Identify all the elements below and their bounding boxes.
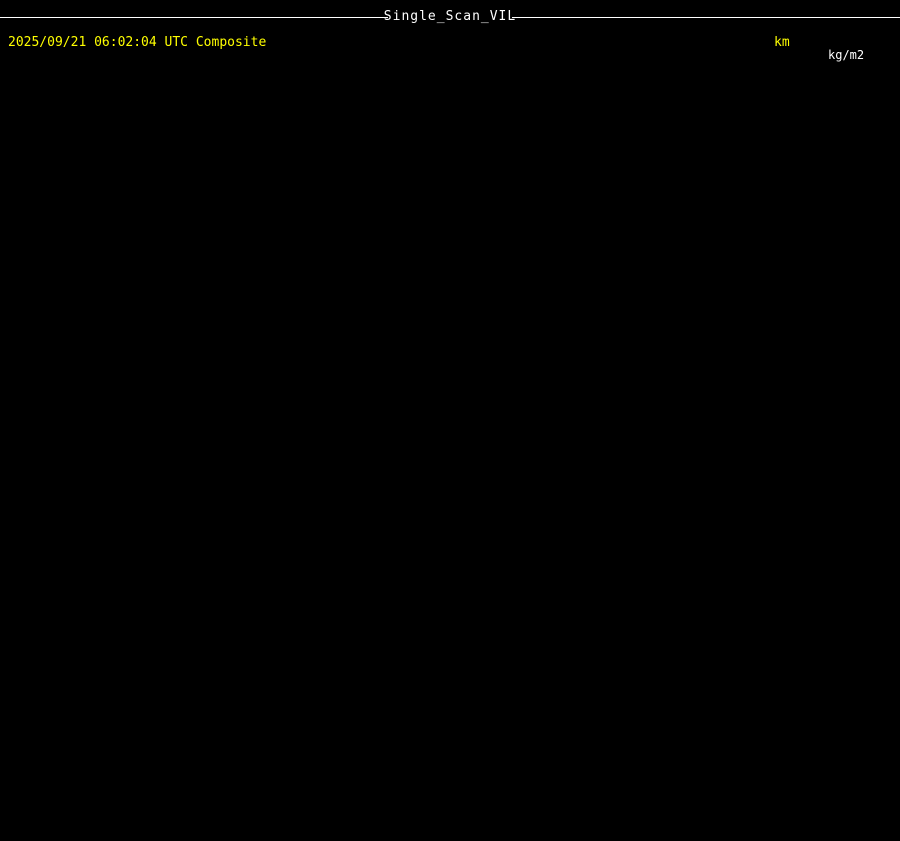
right-axis-unit: km bbox=[774, 35, 790, 50]
bottom-axis bbox=[0, 808, 760, 841]
legend-panel: kg/m2 bbox=[796, 44, 900, 824]
scan-timestamp: 2025/09/21 06:02:04 UTC Composite bbox=[8, 35, 267, 50]
radar-map bbox=[8, 52, 755, 810]
window-title: Single_Scan_VIL bbox=[383, 9, 517, 24]
radar-viewer-window: { "window": { "title": "Single_Scan_VIL"… bbox=[0, 0, 900, 841]
title-bar: Single_Scan_VIL bbox=[0, 0, 900, 30]
colorbar-unit: kg/m2 bbox=[828, 48, 865, 62]
